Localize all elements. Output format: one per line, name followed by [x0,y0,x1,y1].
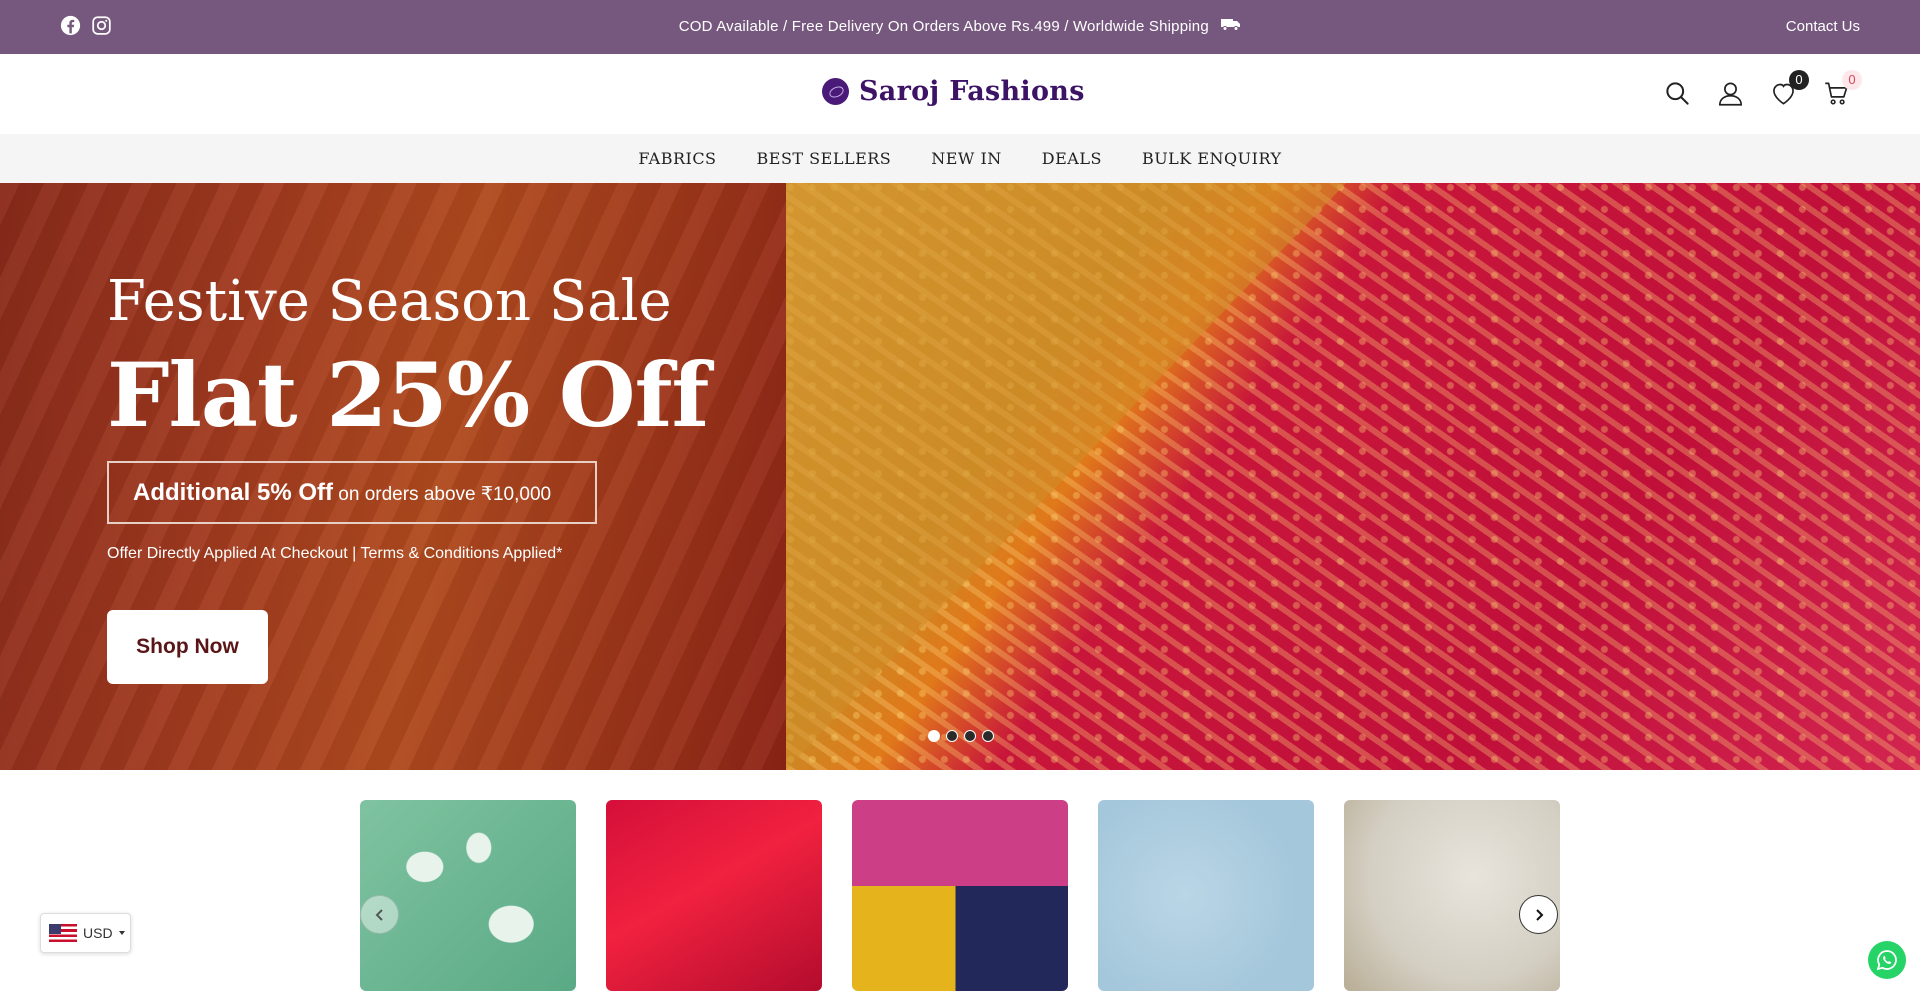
header-actions: 0 0 [1664,70,1862,107]
nav-item-bulk-enquiry[interactable]: BULK ENQUIRY [1142,149,1282,168]
nav-item-new-in[interactable]: NEW IN [931,149,1002,168]
wishlist-count-badge: 0 [1789,70,1809,90]
carousel-prev-button[interactable] [360,895,399,934]
wishlist-button[interactable]: 0 [1770,70,1809,107]
hero-additional-offer: Additional 5% Off on orders above ₹10,00… [107,461,597,524]
hero-offer: Flat 25% Off [107,343,709,447]
main-nav: FABRICS BEST SELLERS NEW IN DEALS BULK E… [0,134,1920,183]
site-header: Saroj Fashions 0 0 [0,54,1920,134]
collection-carousel [0,770,1920,993]
nav-item-deals[interactable]: DEALS [1042,149,1102,168]
slide-dot-2[interactable] [946,730,958,742]
currency-selector[interactable]: USD [40,913,131,953]
truck-icon [1221,0,1241,54]
collection-tile[interactable] [606,800,822,991]
currency-code: USD [83,925,113,941]
announcement-bar: COD Available / Free Delivery On Orders … [0,0,1920,54]
contact-us-link[interactable]: Contact Us [1786,0,1860,54]
hero-slide-dots [928,730,994,742]
brand-name: Saroj Fashions [859,76,1085,107]
cart-button[interactable]: 0 [1823,70,1862,107]
brand-logo[interactable]: Saroj Fashions [822,76,1085,107]
hero-terms: Offer Directly Applied At Checkout | Ter… [107,545,563,562]
collection-tile[interactable] [360,800,576,991]
carousel-next-button[interactable] [1519,895,1558,934]
search-icon[interactable] [1664,80,1691,107]
chevron-left-icon [375,908,383,921]
brand-logo-mark [822,78,849,105]
nav-item-fabrics[interactable]: FABRICS [638,149,716,168]
collection-tile[interactable] [1098,800,1314,991]
nav-item-best-sellers[interactable]: BEST SELLERS [757,149,892,168]
collection-tile[interactable] [1344,800,1560,991]
slide-dot-4[interactable] [982,730,994,742]
slide-dot-3[interactable] [964,730,976,742]
whatsapp-chat-button[interactable] [1868,941,1906,979]
shipping-message: COD Available / Free Delivery On Orders … [0,0,1920,54]
collection-tile[interactable] [852,800,1068,991]
chevron-right-icon [1535,908,1543,921]
hero-headline: Festive Season Sale [107,269,672,334]
shop-now-button[interactable]: Shop Now [107,610,268,684]
slide-dot-1[interactable] [928,730,940,742]
hero-fabric-image [786,183,1920,770]
hero-additional-offer-bold: Additional 5% Off [133,479,333,506]
hero-additional-offer-rest: on orders above ₹10,000 [333,484,552,505]
account-icon[interactable] [1717,80,1744,107]
hero-banner: Festive Season Sale Flat 25% Off Additio… [0,183,1920,770]
shipping-message-text: COD Available / Free Delivery On Orders … [678,18,1209,35]
us-flag-icon [49,924,77,942]
caret-down-icon [118,931,125,935]
cart-count-badge: 0 [1842,70,1862,90]
whatsapp-icon [1876,950,1897,971]
